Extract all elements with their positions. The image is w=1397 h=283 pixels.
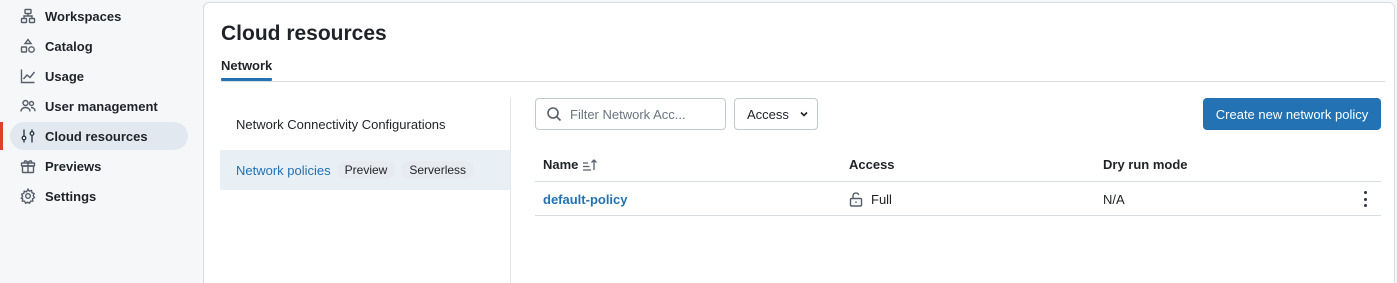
- access-cell: Full: [849, 192, 892, 207]
- active-indicator: [0, 122, 3, 150]
- filter-input[interactable]: [570, 106, 720, 122]
- search-icon: [547, 107, 562, 122]
- main-panel: Cloud resources Network Network Connecti…: [203, 2, 1395, 283]
- sidebar-item-settings[interactable]: Settings: [10, 182, 188, 210]
- column-header-name[interactable]: Name: [543, 157, 598, 172]
- app-root: Workspaces Catalog Usage User management: [0, 0, 1397, 283]
- column-header-access[interactable]: Access: [849, 157, 895, 172]
- page-title: Cloud resources: [221, 22, 387, 45]
- sidebar-item-label: User management: [45, 98, 158, 114]
- subnav-item-ncc[interactable]: Network Connectivity Configurations: [220, 104, 510, 144]
- tabs-divider: [221, 81, 1385, 82]
- dry-run-value: N/A: [1103, 192, 1125, 207]
- policy-name-link[interactable]: default-policy: [543, 192, 628, 207]
- access-value: Full: [871, 192, 892, 207]
- sidebar-item-catalog[interactable]: Catalog: [10, 32, 188, 60]
- workspaces-icon: [20, 8, 36, 24]
- access-filter-label: Access: [747, 106, 789, 122]
- serverless-badge: Serverless: [401, 161, 475, 179]
- cloud-resources-icon: [20, 128, 36, 144]
- gift-icon: [20, 158, 36, 174]
- sidebar-item-previews[interactable]: Previews: [10, 152, 188, 180]
- row-actions-kebab-icon[interactable]: [1361, 191, 1369, 207]
- gear-icon: [20, 188, 36, 204]
- sidebar-item-cloud-resources[interactable]: Cloud resources: [10, 122, 188, 150]
- unlock-icon: [849, 192, 863, 207]
- sidebar-item-label: Previews: [45, 158, 102, 174]
- column-header-dry-run-mode[interactable]: Dry run mode: [1103, 157, 1188, 172]
- catalog-icon: [20, 38, 36, 54]
- users-icon: [20, 98, 36, 114]
- sort-ascending-icon[interactable]: [582, 158, 598, 172]
- subnav-item-label: Network policies: [236, 162, 331, 178]
- table-row: default-policy Full N/A: [535, 182, 1381, 216]
- sidebar-item-label: Workspaces: [45, 8, 122, 24]
- subnav-item-network-policies[interactable]: Network policies Preview Serverless: [220, 150, 510, 190]
- usage-chart-icon: [20, 68, 36, 84]
- sidebar-item-label: Usage: [45, 68, 85, 84]
- sidebar-item-label: Settings: [45, 188, 97, 204]
- chevron-down-icon: [800, 111, 808, 117]
- create-network-policy-button[interactable]: Create new network policy: [1203, 98, 1381, 130]
- filter-field[interactable]: [535, 98, 726, 130]
- access-filter-dropdown[interactable]: Access: [734, 98, 818, 130]
- sidebar-item-user-management[interactable]: User management: [10, 92, 188, 120]
- sidebar-item-label: Catalog: [45, 38, 93, 54]
- subnav-item-label: Network Connectivity Configurations: [236, 116, 446, 132]
- sidebar-item-label: Cloud resources: [45, 128, 148, 144]
- sidebar-item-usage[interactable]: Usage: [10, 62, 188, 90]
- subnav: Network Connectivity Configurations Netw…: [220, 97, 511, 283]
- sidebar: Workspaces Catalog Usage User management: [0, 0, 203, 283]
- preview-badge: Preview: [336, 161, 396, 179]
- sidebar-item-workspaces[interactable]: Workspaces: [10, 2, 188, 30]
- table-header: Name Access Dry run mode: [535, 150, 1381, 182]
